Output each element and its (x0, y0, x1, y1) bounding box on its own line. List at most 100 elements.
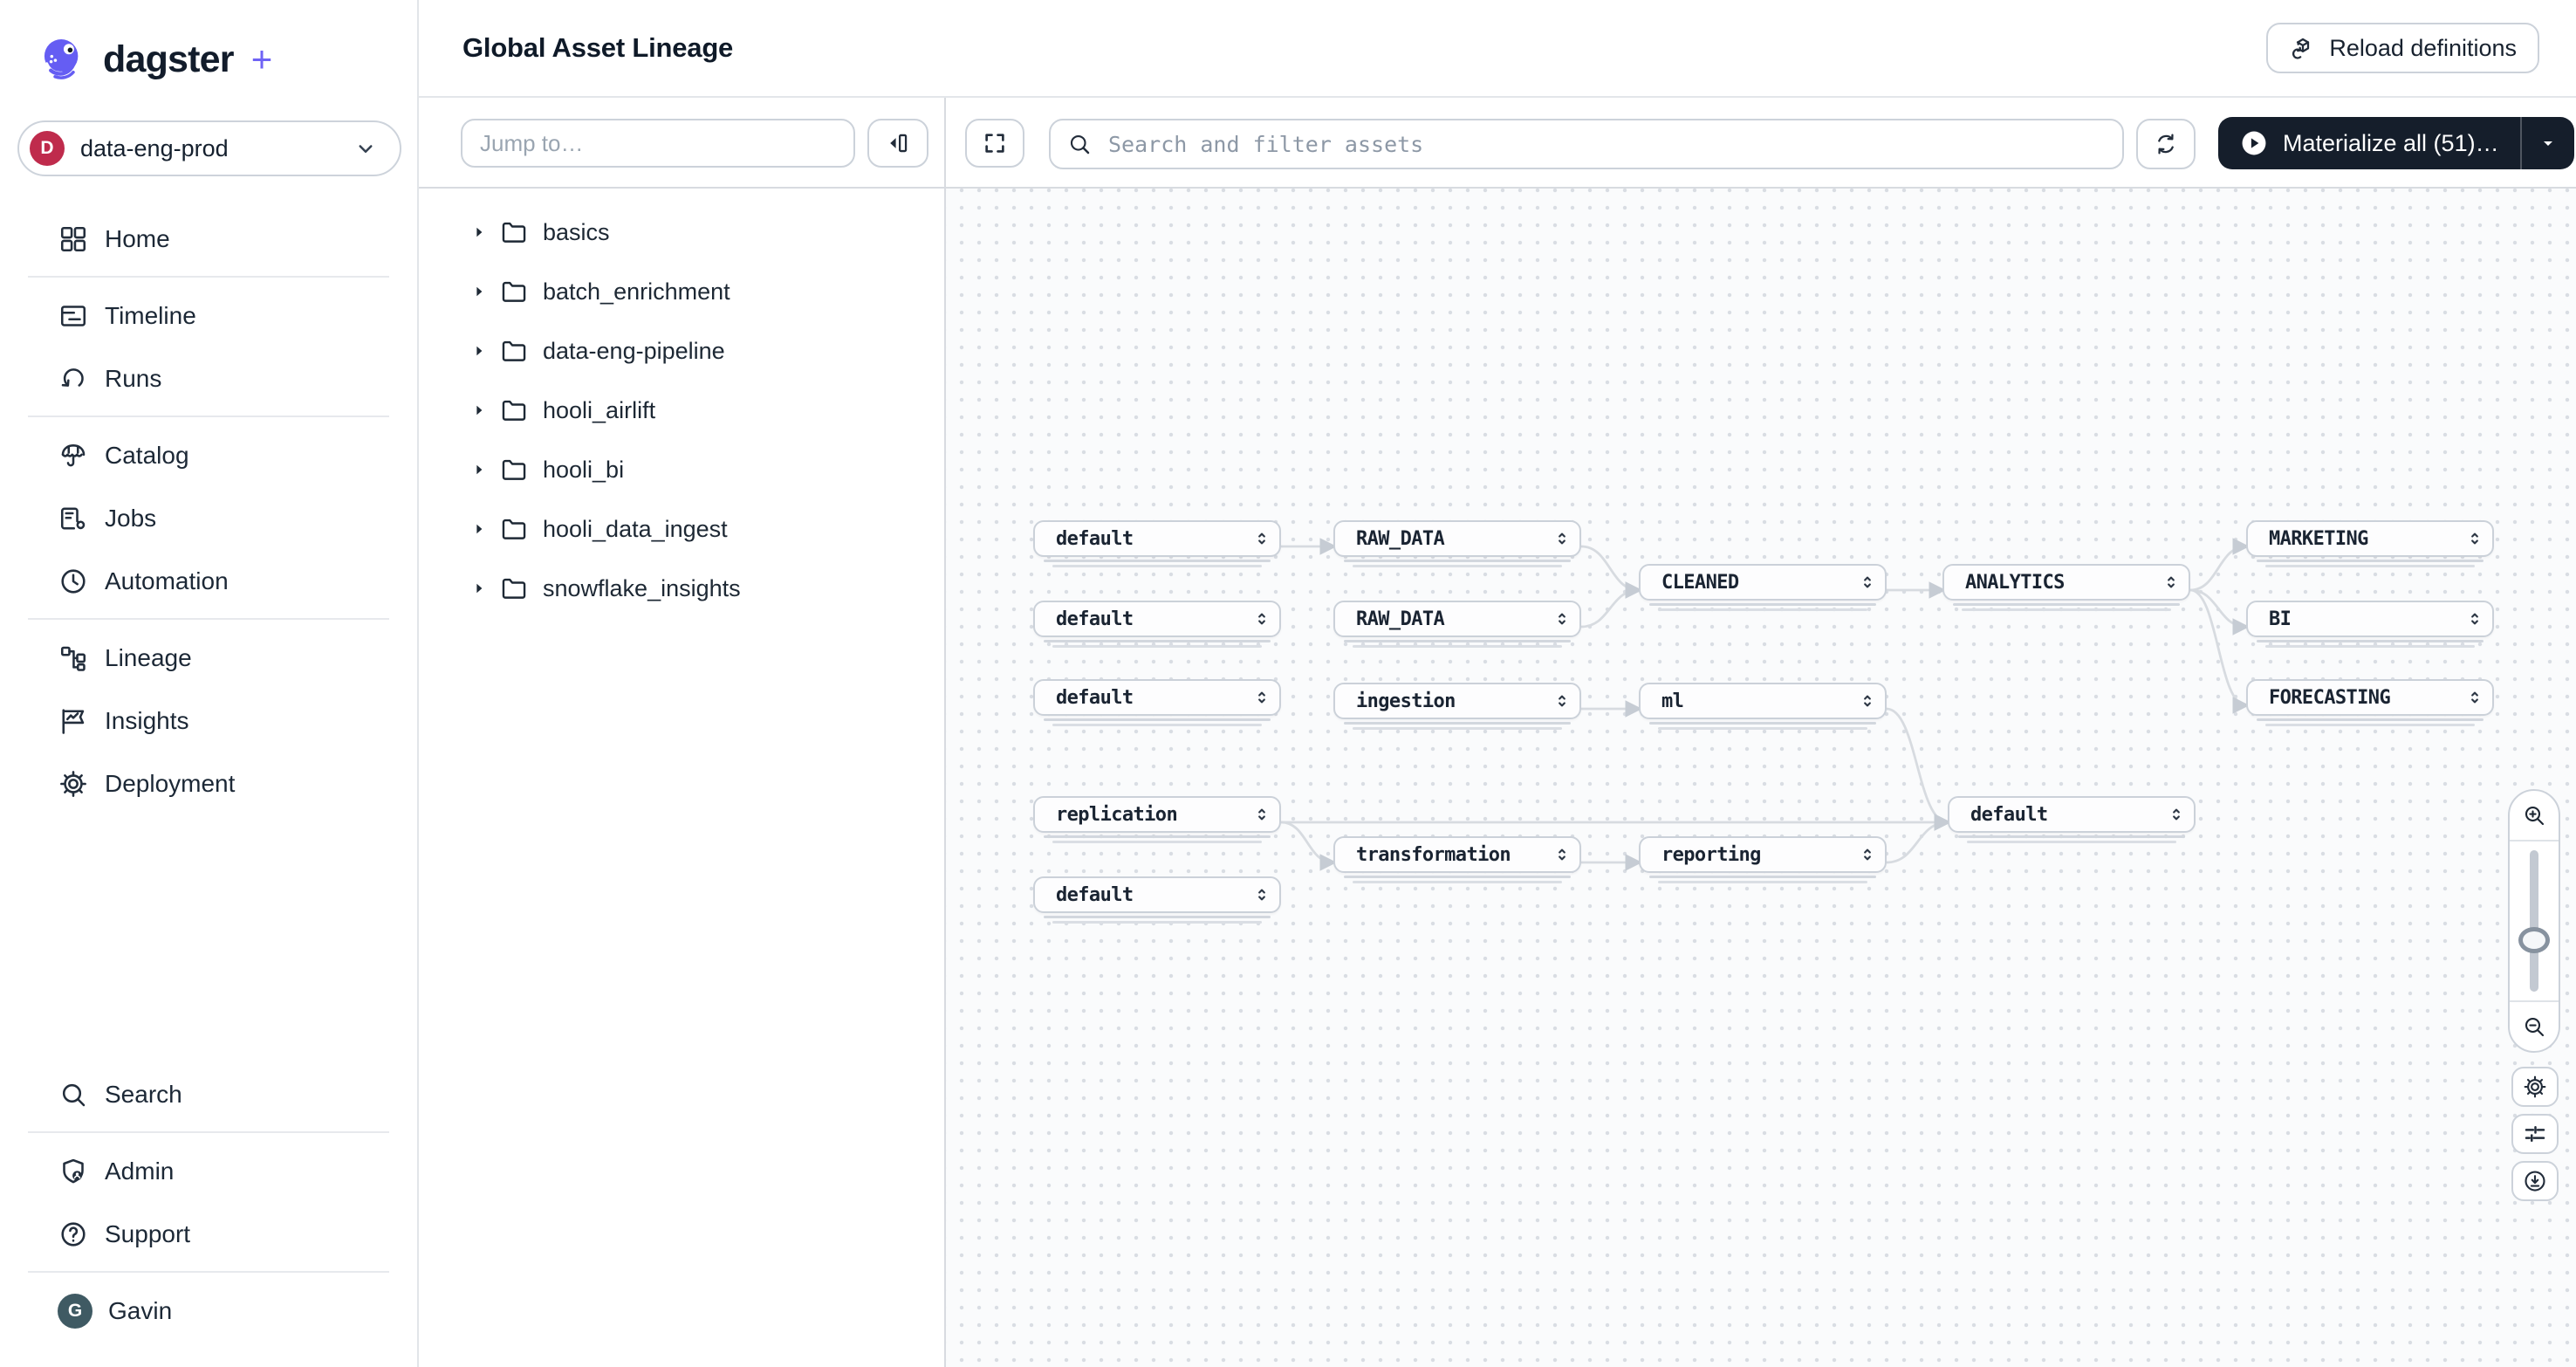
graph-node-label: replication (1035, 804, 1177, 826)
sidebar-item-automation[interactable]: Automation (14, 553, 403, 609)
lineage-canvas[interactable]: default RAW_DATA MARKETING CLEANED ANALYTICS… (946, 189, 2576, 1367)
caret-down-icon (2538, 133, 2559, 154)
expand-group-icon[interactable] (1253, 805, 1271, 824)
graph-node-d4-default[interactable]: default (1033, 876, 1281, 913)
jump-to-input[interactable] (461, 119, 855, 168)
materialize-all-button[interactable]: Materialize all (51)… (2218, 117, 2520, 169)
expand-group-icon[interactable] (2162, 573, 2180, 592)
expand-group-icon[interactable] (1553, 691, 1571, 711)
zoom-out-button[interactable] (2510, 1002, 2559, 1051)
sidebar-item-label: Lineage (105, 644, 192, 672)
reload-definitions-button[interactable]: Reload definitions (2266, 23, 2539, 73)
automation-icon (58, 566, 89, 597)
sidebar-item-catalog[interactable]: Catalog (14, 428, 403, 484)
download-graph-button[interactable] (2511, 1161, 2559, 1201)
runs-icon (58, 363, 89, 395)
refresh-button[interactable] (2136, 119, 2196, 169)
reload-definitions-icon (2289, 34, 2317, 62)
graph-node-tf-transformation[interactable]: transformation (1333, 836, 1581, 873)
sidebar-item-user[interactable]: GGavin (14, 1283, 403, 1339)
sidebar-nav: Home Timeline Runs Catalog Jobs Automation Lin… (0, 211, 417, 812)
sidebar-item-runs[interactable]: Runs (14, 351, 403, 407)
graph-node-ml-ml[interactable]: ml (1639, 683, 1887, 719)
expand-group-icon[interactable] (1553, 609, 1571, 629)
sidebar-item-timeline[interactable]: Timeline (14, 288, 403, 344)
zoom-in-button[interactable] (2510, 791, 2559, 840)
graph-node-r1-raw-data[interactable]: RAW_DATA (1333, 520, 1581, 557)
sidebar-divider (28, 276, 389, 278)
sidebar-item-insights[interactable]: Insights (14, 693, 403, 749)
graph-node-bi-bi[interactable]: BI (2246, 601, 2494, 637)
deployment-switcher[interactable]: D data-eng-prod (17, 120, 401, 176)
sidebar-item-search[interactable]: Search (14, 1067, 403, 1123)
folder-icon (499, 395, 529, 425)
tree-folder-hooli-data-ingest[interactable]: hooli_data_ingest (419, 499, 944, 559)
graph-node-ig-ingestion[interactable]: ingestion (1333, 683, 1581, 719)
graph-node-label: transformation (1335, 844, 1511, 866)
download-icon (2522, 1168, 2548, 1194)
expand-group-icon[interactable] (2466, 529, 2484, 548)
tree-folder-basics[interactable]: basics (419, 203, 944, 262)
page-header: Global Asset Lineage Reload definitions (419, 0, 2576, 98)
graph-node-label: reporting (1641, 844, 1761, 866)
lineage-edges (946, 189, 2576, 1367)
lineage-icon (58, 642, 89, 674)
asset-search-input[interactable] (1105, 130, 2107, 159)
expand-group-icon[interactable] (1859, 845, 1876, 864)
tree-folder-snowflake-insights[interactable]: snowflake_insights (419, 559, 944, 618)
graph-node-label: RAW_DATA (1335, 528, 1444, 550)
folder-icon (499, 574, 529, 603)
graph-filters-button[interactable] (2511, 1114, 2559, 1154)
sidebar-item-label: Search (105, 1081, 182, 1109)
zoom-slider-handle[interactable] (2518, 927, 2550, 953)
fullscreen-button[interactable] (965, 119, 1024, 168)
sidebar-item-lineage[interactable]: Lineage (14, 630, 403, 686)
expand-group-icon[interactable] (2168, 805, 2185, 824)
folder-icon (499, 514, 529, 544)
sidebar-item-deployment[interactable]: Deployment (14, 756, 403, 812)
graph-node-dR-default[interactable]: default (1948, 796, 2196, 833)
graph-node-d2-default[interactable]: default (1033, 601, 1281, 637)
graph-node-label: BI (2248, 608, 2291, 630)
tree-folder-hooli-airlift[interactable]: hooli_airlift (419, 381, 944, 440)
expand-group-icon[interactable] (2466, 609, 2484, 629)
materialize-options-button[interactable] (2520, 117, 2574, 169)
expand-group-icon[interactable] (1253, 529, 1271, 548)
expand-group-icon[interactable] (1553, 845, 1571, 864)
sidebar-item-admin[interactable]: Admin (14, 1144, 403, 1199)
tree-folder-batch-enrichment[interactable]: batch_enrichment (419, 262, 944, 321)
graph-node-label: ingestion (1335, 690, 1456, 712)
tree-folder-hooli-bi[interactable]: hooli_bi (419, 440, 944, 499)
sidebar-item-home[interactable]: Home (14, 211, 403, 267)
edge-rp-tf (1281, 822, 1333, 862)
play-circle-icon (2239, 128, 2269, 158)
expand-group-icon[interactable] (1253, 609, 1271, 629)
graph-node-mk-marketing[interactable]: MARKETING (2246, 520, 2494, 557)
sidebar-item-jobs[interactable]: Jobs (14, 491, 403, 546)
graph-node-d3-default[interactable]: default (1033, 679, 1281, 716)
expand-group-icon[interactable] (1553, 529, 1571, 548)
graph-node-an-analytics[interactable]: ANALYTICS (1942, 564, 2190, 601)
tree-folder-label: basics (543, 219, 610, 246)
sidebar-item-label: Support (105, 1220, 190, 1248)
graph-node-rp-replication[interactable]: replication (1033, 796, 1281, 833)
caret-right-icon (471, 343, 487, 359)
expand-group-icon[interactable] (1253, 688, 1271, 707)
expand-group-icon[interactable] (1253, 885, 1271, 904)
search-icon (58, 1079, 89, 1110)
graph-node-fc-forecasting[interactable]: FORECASTING (2246, 679, 2494, 716)
catalog-icon (58, 440, 89, 471)
expand-group-icon[interactable] (1859, 691, 1876, 711)
sidebar-item-support[interactable]: Support (14, 1206, 403, 1262)
tree-folder-data-eng-pipeline[interactable]: data-eng-pipeline (419, 321, 944, 381)
expand-group-icon[interactable] (1859, 573, 1876, 592)
zoom-slider-track[interactable] (2530, 850, 2538, 992)
graph-node-cl-cleaned[interactable]: CLEANED (1639, 564, 1887, 601)
collapse-panel-button[interactable] (867, 119, 928, 168)
graph-node-d1-default[interactable]: default (1033, 520, 1281, 557)
expand-group-icon[interactable] (2466, 688, 2484, 707)
graph-settings-button[interactable] (2511, 1067, 2559, 1107)
graph-node-r2-raw-data[interactable]: RAW_DATA (1333, 601, 1581, 637)
brand-logo[interactable]: dagster + (38, 35, 417, 84)
graph-node-rt-reporting[interactable]: reporting (1639, 836, 1887, 873)
